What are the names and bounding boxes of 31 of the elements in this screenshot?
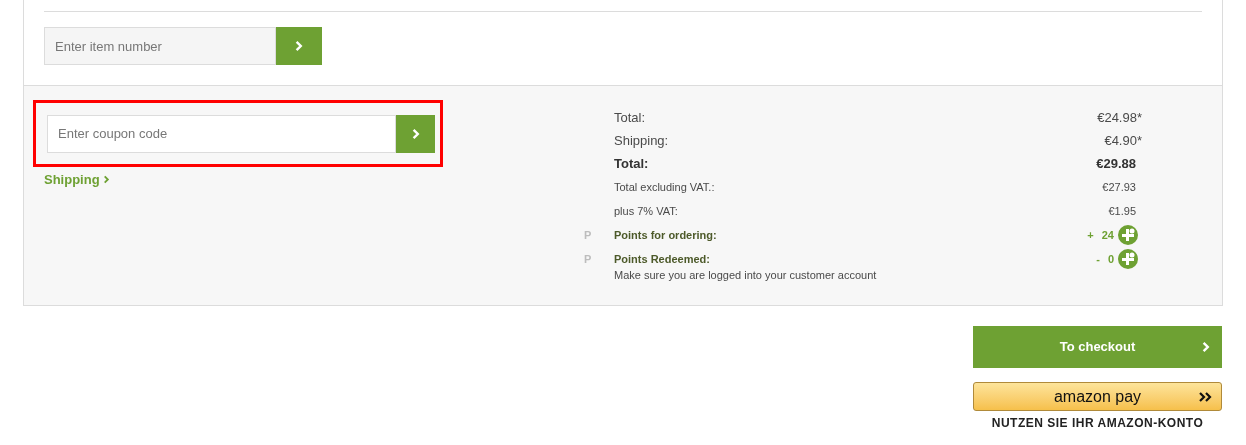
points-value: 0 [1107,251,1114,267]
points-icon [1118,225,1138,245]
points-icon [1118,249,1138,269]
points-sign: + [1087,227,1094,243]
amazon-pay-caption: NUTZEN SIE IHR AMAZON-KONTO [990,415,1205,432]
checkout-button[interactable]: To checkout [973,326,1222,368]
summary-value: €1.95 [1108,203,1136,219]
points-marker: P [584,227,592,243]
summary-label: Total: [614,154,649,173]
double-chevron-icon [1199,392,1213,402]
shipping-link[interactable]: Shipping [44,170,111,190]
summary-label: Total: [614,108,646,127]
points-sign: - [1096,251,1100,267]
points-label: Points for ordering: [614,227,717,243]
summary-label: Total excluding VAT.: [614,179,715,195]
coupon-code-field[interactable]: Enter coupon code [47,114,396,153]
summary-value: €4.90* [1104,131,1142,150]
summary-label: plus 7% VAT: [614,203,678,219]
chevron-right-icon [1200,341,1212,353]
amazon-pay-button[interactable]: amazon pay [973,382,1222,411]
summary-label: Shipping: [614,131,669,150]
points-marker: P [584,251,592,267]
points-label: Points Redeemed: [614,251,710,267]
summary-value: €24.98* [1097,108,1142,127]
submit-button[interactable] [396,114,435,153]
summary-value: €29.88 [1096,154,1136,173]
points-value: 24 [1101,227,1114,243]
login-note: Make sure you are logged into your customer account [614,268,878,283]
item-number-field[interactable]: Enter item number [44,27,276,65]
summary-value: €27.93 [1102,179,1136,195]
chevron-right-icon [293,40,305,52]
